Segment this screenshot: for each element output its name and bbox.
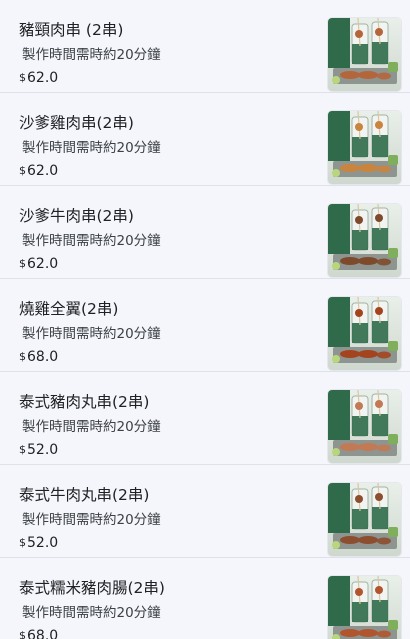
item-price: $68.0 bbox=[19, 626, 58, 639]
item-photo[interactable] bbox=[328, 111, 401, 184]
item-description: 製作時間需時約20分鐘 bbox=[22, 47, 161, 63]
item-photo[interactable] bbox=[328, 18, 401, 91]
menu-item[interactable]: 沙爹雞肉串(2串) 製作時間需時約20分鐘 $62.0 bbox=[0, 93, 410, 186]
price-value: 68.0 bbox=[27, 349, 59, 365]
item-description: 製作時間需時約20分鐘 bbox=[22, 326, 161, 342]
item-price: $68.0 bbox=[19, 347, 58, 367]
item-name: 燒雞全翼(2串) bbox=[19, 300, 119, 318]
currency-symbol: $ bbox=[19, 443, 26, 456]
price-value: 52.0 bbox=[27, 442, 59, 458]
currency-symbol: $ bbox=[19, 350, 26, 363]
item-description: 製作時間需時約20分鐘 bbox=[22, 419, 161, 435]
currency-symbol: $ bbox=[19, 629, 26, 639]
menu-item[interactable]: 泰式糯米豬肉腸(2串) 製作時間需時約20分鐘 $68.0 bbox=[0, 558, 410, 639]
menu-item[interactable]: 泰式牛肉丸串(2串) 製作時間需時約20分鐘 $52.0 bbox=[0, 465, 410, 558]
item-name: 泰式糯米豬肉腸(2串) bbox=[19, 579, 165, 597]
currency-symbol: $ bbox=[19, 536, 26, 549]
menu-item[interactable]: 燒雞全翼(2串) 製作時間需時約20分鐘 $68.0 bbox=[0, 279, 410, 372]
item-name: 沙爹牛肉串(2串) bbox=[19, 207, 134, 225]
menu-item[interactable]: 沙爹牛肉串(2串) 製作時間需時約20分鐘 $62.0 bbox=[0, 186, 410, 279]
price-value: 62.0 bbox=[27, 70, 59, 86]
item-price: $52.0 bbox=[19, 533, 58, 553]
price-value: 68.0 bbox=[27, 628, 59, 639]
item-description: 製作時間需時約20分鐘 bbox=[22, 140, 161, 156]
item-photo[interactable] bbox=[328, 483, 401, 556]
currency-symbol: $ bbox=[19, 71, 26, 84]
item-name: 泰式豬肉丸串(2串) bbox=[19, 393, 150, 411]
menu-list: 豬頸肉串 (2串) 製作時間需時約20分鐘 $62.0 沙爹雞肉串(2串) 製作時間需時… bbox=[0, 0, 410, 639]
item-photo[interactable] bbox=[328, 576, 401, 639]
item-photo[interactable] bbox=[328, 390, 401, 463]
price-value: 62.0 bbox=[27, 163, 59, 179]
item-price: $52.0 bbox=[19, 440, 58, 460]
item-price: $62.0 bbox=[19, 161, 58, 181]
currency-symbol: $ bbox=[19, 164, 26, 177]
currency-symbol: $ bbox=[19, 257, 26, 270]
item-description: 製作時間需時約20分鐘 bbox=[22, 605, 161, 621]
item-description: 製作時間需時約20分鐘 bbox=[22, 233, 161, 249]
price-value: 52.0 bbox=[27, 535, 59, 551]
item-name: 泰式牛肉丸串(2串) bbox=[19, 486, 150, 504]
menu-item[interactable]: 泰式豬肉丸串(2串) 製作時間需時約20分鐘 $52.0 bbox=[0, 372, 410, 465]
item-price: $62.0 bbox=[19, 254, 58, 274]
price-value: 62.0 bbox=[27, 256, 59, 272]
item-photo[interactable] bbox=[328, 204, 401, 277]
item-name: 沙爹雞肉串(2串) bbox=[19, 114, 134, 132]
item-photo[interactable] bbox=[328, 297, 401, 370]
item-price: $62.0 bbox=[19, 68, 58, 88]
menu-item[interactable]: 豬頸肉串 (2串) 製作時間需時約20分鐘 $62.0 bbox=[0, 0, 410, 93]
item-description: 製作時間需時約20分鐘 bbox=[22, 512, 161, 528]
item-name: 豬頸肉串 (2串) bbox=[19, 21, 124, 39]
